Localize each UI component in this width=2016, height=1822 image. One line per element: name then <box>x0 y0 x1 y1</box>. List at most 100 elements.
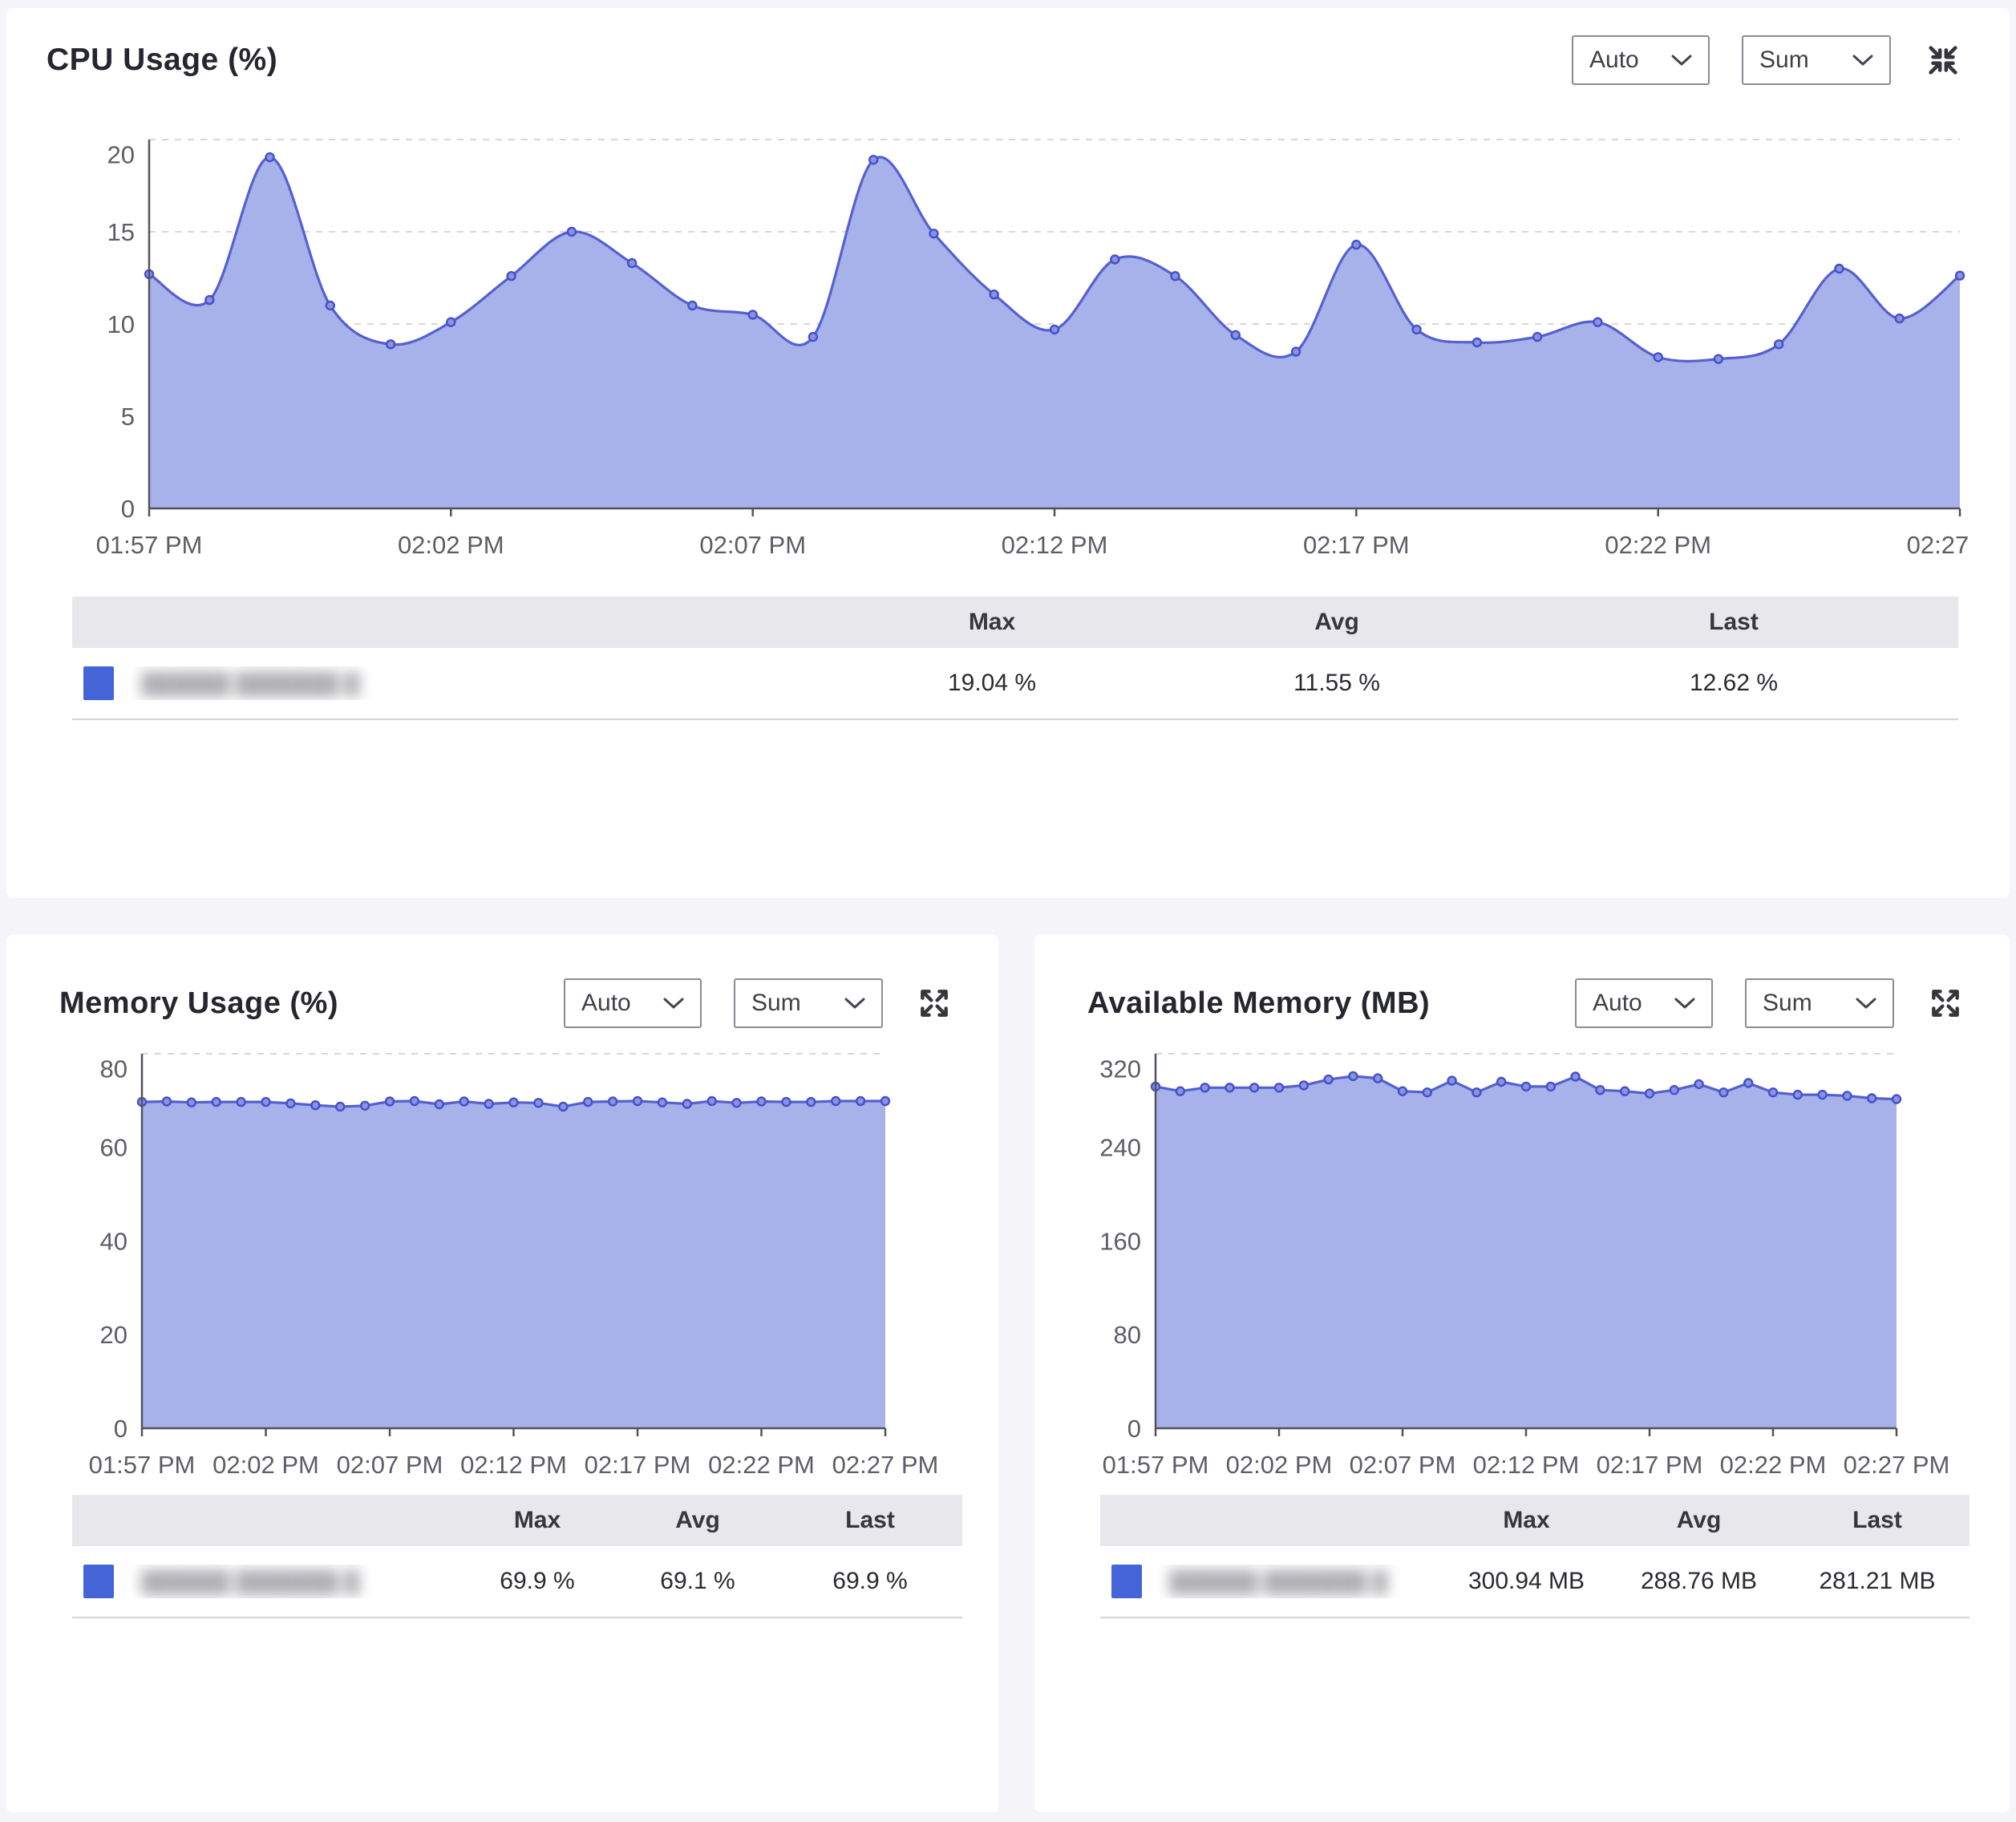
panel-available-memory: Available Memory (MB) Auto Sum <box>1034 934 2010 1812</box>
column-header-avg: Avg <box>1164 609 1509 636</box>
series-label-blurred: ██████ ███████ █ <box>1169 1569 1387 1594</box>
max-value: 69.9 % <box>457 1568 617 1595</box>
interval-select-value: Auto <box>1593 990 1642 1017</box>
aggregation-select[interactable]: Sum <box>1745 978 1894 1028</box>
svg-text:02:17 PM: 02:17 PM <box>1597 1451 1703 1479</box>
max-value: 19.04 % <box>820 670 1164 697</box>
series-legend: ██████ ███████ █ <box>72 1565 457 1598</box>
column-header-max: Max <box>1440 1507 1613 1534</box>
svg-text:02:07 PM: 02:07 PM <box>1350 1451 1456 1479</box>
column-header-last: Last <box>1785 1507 1969 1534</box>
svg-text:02:07 PM: 02:07 PM <box>337 1451 443 1479</box>
svg-text:02:12 PM: 02:12 PM <box>1473 1451 1580 1479</box>
interval-select-value: Auto <box>1589 47 1639 74</box>
svg-text:0: 0 <box>114 1415 128 1443</box>
interval-select-value: Auto <box>581 990 631 1017</box>
svg-text:02:02 PM: 02:02 PM <box>398 531 504 559</box>
svg-text:15: 15 <box>107 218 135 246</box>
table-header-row: Max Avg Last <box>72 1495 962 1546</box>
collapse-icon <box>1925 69 1961 81</box>
interval-select[interactable]: Auto <box>1575 978 1713 1028</box>
svg-text:02:12 PM: 02:12 PM <box>1002 531 1108 559</box>
svg-text:02:12 PM: 02:12 PM <box>460 1451 567 1479</box>
series-color-swatch <box>83 1565 114 1598</box>
table-row[interactable]: ██████ ███████ █ 19.04 % 11.55 % 12.62 % <box>72 648 1958 720</box>
chart-controls: Auto Sum <box>1572 35 1961 85</box>
svg-text:160: 160 <box>1099 1227 1141 1255</box>
chart-controls: Auto Sum <box>564 978 952 1028</box>
metrics-dashboard: CPU Usage (%) Auto Sum <box>0 0 2016 1822</box>
series-stats-table: Max Avg Last ██████ ███████ █ 300.94 MB … <box>1100 1495 1969 1618</box>
series-legend: ██████ ███████ █ <box>72 666 820 700</box>
svg-text:20: 20 <box>107 140 135 168</box>
table-header-row: Max Avg Last <box>72 597 1958 648</box>
series-color-swatch <box>1111 1565 1142 1598</box>
panel-header: CPU Usage (%) Auto Sum <box>6 8 2010 85</box>
svg-text:02:27 PM: 02:27 PM <box>1907 531 1971 559</box>
panel-memory-usage: Memory Usage (%) Auto Sum <box>6 934 998 1812</box>
interval-select[interactable]: Auto <box>564 978 702 1028</box>
max-value: 300.94 MB <box>1440 1568 1613 1595</box>
series-legend: ██████ ███████ █ <box>1100 1565 1440 1598</box>
cpu-usage-chart: 0510152001:57 PM02:02 PM02:07 PM02:12 PM… <box>55 109 1971 574</box>
expand-chart-button[interactable] <box>917 986 952 1021</box>
svg-text:02:02 PM: 02:02 PM <box>213 1451 319 1479</box>
avg-value: 11.55 % <box>1164 670 1509 697</box>
panel-title: Memory Usage (%) <box>59 986 338 1021</box>
expand-chart-button[interactable] <box>1928 986 1963 1021</box>
column-header-last: Last <box>1509 609 1958 636</box>
svg-text:02:27 PM: 02:27 PM <box>832 1451 939 1479</box>
table-row[interactable]: ██████ ███████ █ 300.94 MB 288.76 MB 281… <box>1100 1546 1969 1618</box>
svg-text:02:22 PM: 02:22 PM <box>708 1451 815 1479</box>
panel-header: Memory Usage (%) Auto Sum <box>6 934 998 1028</box>
svg-text:320: 320 <box>1099 1055 1141 1083</box>
chevron-down-icon <box>1671 47 1692 74</box>
chevron-down-icon <box>1674 990 1695 1017</box>
aggregation-select-value: Sum <box>1759 47 1809 74</box>
series-label-blurred: ██████ ███████ █ <box>141 671 359 696</box>
svg-text:02:17 PM: 02:17 PM <box>1303 531 1410 559</box>
svg-text:0: 0 <box>1127 1415 1141 1443</box>
svg-text:80: 80 <box>1114 1321 1141 1349</box>
aggregation-select[interactable]: Sum <box>734 978 883 1028</box>
expand-icon <box>917 1011 952 1023</box>
svg-text:60: 60 <box>100 1134 128 1162</box>
svg-text:02:22 PM: 02:22 PM <box>1720 1451 1827 1479</box>
table-row[interactable]: ██████ ███████ █ 69.9 % 69.1 % 69.9 % <box>72 1546 962 1618</box>
available-memory-chart: 0 80 160 240 320 01:57 PM 02:02 PM 02:07 PM 02:1… <box>1059 1039 1997 1488</box>
last-value: 281.21 MB <box>1785 1568 1969 1595</box>
svg-text:01:57 PM: 01:57 PM <box>1103 1451 1209 1479</box>
chevron-down-icon <box>1852 47 1873 74</box>
aggregation-select[interactable]: Sum <box>1742 35 1891 85</box>
table-header-row: Max Avg Last <box>1100 1495 1969 1546</box>
series-label-blurred: ██████ ███████ █ <box>141 1569 359 1594</box>
column-header-avg: Avg <box>617 1507 778 1534</box>
svg-text:01:57 PM: 01:57 PM <box>96 531 203 559</box>
svg-text:40: 40 <box>100 1227 128 1255</box>
aggregation-select-value: Sum <box>751 990 801 1017</box>
chevron-down-icon <box>844 990 865 1017</box>
expand-icon <box>1928 1011 1963 1023</box>
panel-title: Available Memory (MB) <box>1087 986 1430 1021</box>
column-header-max: Max <box>457 1507 617 1534</box>
collapse-chart-button[interactable] <box>1925 42 1961 79</box>
svg-text:240: 240 <box>1099 1134 1141 1162</box>
series-stats-table: Max Avg Last ██████ ███████ █ 69.9 % 69.… <box>72 1495 962 1618</box>
svg-text:02:02 PM: 02:02 PM <box>1226 1451 1333 1479</box>
last-value: 69.9 % <box>778 1568 962 1595</box>
panel-cpu-usage: CPU Usage (%) Auto Sum <box>6 8 2010 898</box>
chevron-down-icon <box>1856 990 1876 1017</box>
column-header-max: Max <box>820 609 1164 636</box>
svg-text:02:22 PM: 02:22 PM <box>1605 531 1711 559</box>
interval-select[interactable]: Auto <box>1572 35 1710 85</box>
avg-value: 288.76 MB <box>1613 1568 1785 1595</box>
chart-controls: Auto Sum <box>1575 978 1963 1028</box>
series-stats-table: Max Avg Last ██████ ███████ █ 19.04 % 11… <box>72 597 1958 720</box>
bottom-panels-row: Memory Usage (%) Auto Sum <box>6 934 2010 1812</box>
panel-header: Available Memory (MB) Auto Sum <box>1034 934 2010 1028</box>
series-color-swatch <box>83 666 114 700</box>
aggregation-select-value: Sum <box>1763 990 1812 1017</box>
column-header-last: Last <box>778 1507 962 1534</box>
svg-text:80: 80 <box>100 1055 128 1083</box>
svg-text:10: 10 <box>107 310 135 338</box>
